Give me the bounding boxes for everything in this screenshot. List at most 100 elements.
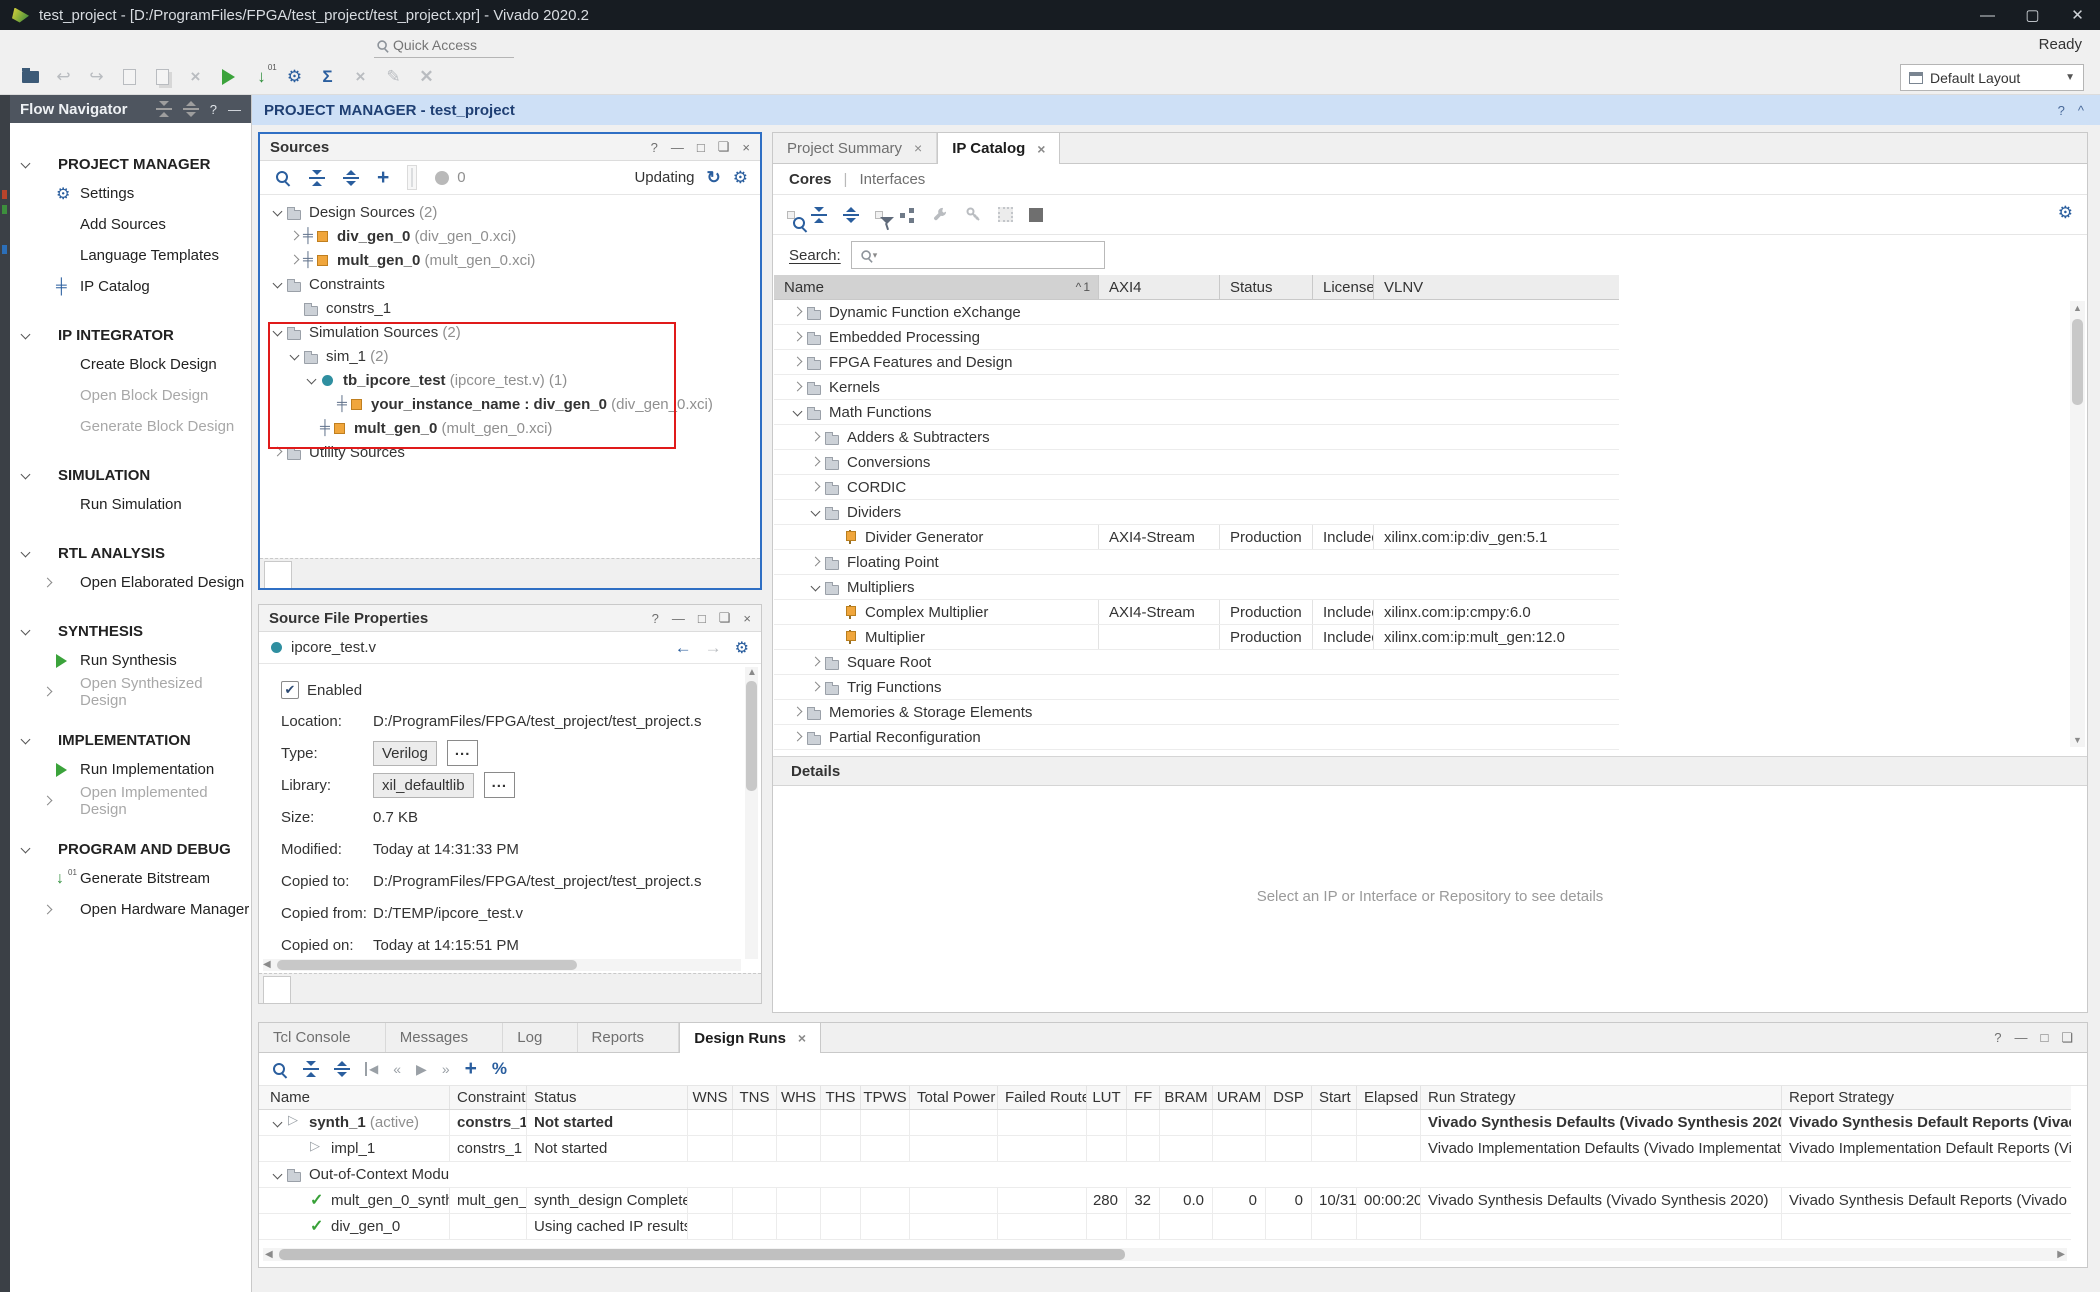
col-lut[interactable]: LUT: [1086, 1086, 1126, 1109]
chevron-icon[interactable]: [304, 372, 320, 388]
flow-navigator-item[interactable]: IP INTEGRATOR: [10, 321, 251, 349]
flow-navigator-item[interactable]: Run Implementation: [10, 754, 251, 785]
generate-bitstream-icon[interactable]: ↓: [245, 65, 278, 89]
bottom-tab[interactable]: Messages ×: [386, 1023, 504, 1052]
close-tab-icon[interactable]: ×: [798, 1030, 806, 1046]
col-run-strategy[interactable]: Run Strategy: [1420, 1086, 1781, 1109]
design-run-row[interactable]: synth_1 (active) constrs_1 Not started: [259, 1110, 2071, 1136]
paste-icon[interactable]: [146, 65, 179, 89]
horizontal-scrollbar[interactable]: ◀ ▶: [263, 1248, 2067, 1261]
col-uram[interactable]: URAM: [1212, 1086, 1265, 1109]
chevron-icon[interactable]: [270, 204, 286, 220]
tree-item[interactable]: Design Sources (2): [262, 200, 758, 224]
ip-tree-row[interactable]: CORDIC: [774, 475, 1619, 500]
ip-tree-row[interactable]: Complex Multiplier AXI4-Stream Productio…: [774, 600, 1619, 625]
flow-navigator-item[interactable]: PROGRAM AND DEBUG: [10, 835, 251, 863]
tree-item[interactable]: Constraints: [262, 272, 758, 296]
col-whs[interactable]: WHS: [776, 1086, 820, 1109]
col-elapsed[interactable]: Elapsed: [1356, 1086, 1420, 1109]
collapse-all-icon[interactable]: [811, 207, 827, 223]
ip-tree-row[interactable]: Memories & Storage Elements: [774, 700, 1619, 725]
tree-item[interactable]: div_gen_0 (div_gen_0.xci): [262, 224, 758, 248]
customize-wrench-icon[interactable]: [932, 206, 949, 223]
tree-item[interactable]: your_instance_name : div_gen_0 (div_gen_…: [262, 392, 758, 416]
settings-gear-icon[interactable]: ⚙: [735, 638, 749, 658]
percent-icon[interactable]: %: [492, 1059, 507, 1079]
chevron-icon[interactable]: [808, 654, 824, 670]
group-by-hierarchy-icon[interactable]: [899, 207, 916, 223]
float-panel-icon[interactable]: ❏: [719, 610, 731, 626]
flow-navigator-item[interactable]: IMPLEMENTATION: [10, 726, 251, 754]
design-run-row[interactable]: div_gen_0 Using cached IP results: [259, 1214, 2071, 1240]
help-icon[interactable]: ?: [2058, 103, 2065, 118]
collapse-banner-icon[interactable]: ^: [2078, 103, 2084, 118]
sources-tab[interactable]: [344, 562, 370, 588]
chevron-icon[interactable]: [270, 444, 286, 460]
minimize-panel-icon[interactable]: —: [2014, 1030, 2027, 1046]
minimize-panel-icon[interactable]: —: [228, 102, 241, 117]
ip-tree-row[interactable]: Math Functions: [774, 400, 1619, 425]
scroll-right-icon[interactable]: ▶: [2057, 1249, 2065, 1260]
col-ths[interactable]: THS: [820, 1086, 860, 1109]
bottom-tab[interactable]: Design Runs ×: [679, 1023, 821, 1053]
chevron-icon[interactable]: [790, 404, 806, 420]
bottom-tab[interactable]: Tcl Console ×: [259, 1023, 386, 1052]
scrollbar-thumb[interactable]: [746, 681, 757, 791]
col-total-power[interactable]: Total Power: [909, 1086, 997, 1109]
col-bram[interactable]: BRAM: [1159, 1086, 1212, 1109]
maximize-panel-icon[interactable]: □: [2040, 1030, 2048, 1046]
col-status[interactable]: Status: [526, 1086, 687, 1109]
search-icon[interactable]: [271, 1061, 288, 1078]
add-sources-icon[interactable]: +: [377, 171, 389, 185]
create-run-icon[interactable]: +: [465, 1062, 477, 1076]
close-panel-icon[interactable]: ×: [742, 140, 750, 155]
col-start[interactable]: Start: [1311, 1086, 1356, 1109]
file-properties-tab[interactable]: [263, 976, 291, 1003]
chevron-icon[interactable]: [270, 276, 286, 292]
file-properties-header[interactable]: Source File Properties ? — □ ❏ ×: [259, 605, 761, 632]
flow-navigator-item[interactable]: Generate Bitstream: [10, 863, 251, 894]
tree-item[interactable]: constrs_1: [262, 296, 758, 320]
scrollbar-thumb[interactable]: [277, 960, 577, 970]
flow-navigator-item[interactable]: Open Hardware Manager: [10, 894, 251, 925]
expand-all-icon[interactable]: [183, 101, 199, 117]
tree-item[interactable]: mult_gen_0 (mult_gen_0.xci): [262, 416, 758, 440]
ip-tree-row[interactable]: Partial Reconfiguration: [774, 725, 1619, 750]
interfaces-tab[interactable]: Interfaces: [859, 171, 925, 188]
sources-tab[interactable]: [292, 562, 318, 588]
ip-tree-row[interactable]: Square Root: [774, 650, 1619, 675]
scrollbar-thumb[interactable]: [279, 1249, 1125, 1260]
chevron-icon[interactable]: [808, 579, 824, 595]
search-icon[interactable]: [274, 169, 291, 186]
search-icon[interactable]: [787, 211, 795, 219]
maximize-icon[interactable]: ▢: [2010, 0, 2055, 30]
vertical-scrollbar[interactable]: ▲: [745, 667, 758, 959]
scrollbar-thumb[interactable]: [2072, 319, 2083, 405]
ip-status-icon[interactable]: [1029, 208, 1043, 222]
collapse-all-icon[interactable]: [309, 170, 325, 186]
chevron-icon[interactable]: [287, 252, 303, 268]
ip-tree-row[interactable]: Embedded Processing: [774, 325, 1619, 350]
flow-navigator-item[interactable]: SIMULATION: [10, 461, 251, 489]
ip-tree-row[interactable]: Floating Point: [774, 550, 1619, 575]
flow-navigator-item[interactable]: Open Elaborated Design: [10, 567, 251, 598]
scroll-up-icon[interactable]: ▲: [2073, 303, 2082, 313]
vertical-scrollbar[interactable]: ▲ ▼: [2070, 301, 2085, 747]
step-forward-icon[interactable]: »: [442, 1061, 450, 1077]
settings-gear-icon[interactable]: ⚙: [2058, 203, 2073, 223]
sources-tab[interactable]: [318, 562, 344, 588]
chevron-icon[interactable]: [270, 324, 286, 340]
file-properties-tab[interactable]: [291, 977, 317, 1003]
ip-search-input[interactable]: ▾: [851, 241, 1105, 269]
settings-gear-icon[interactable]: ⚙: [733, 168, 748, 188]
ip-tree-row[interactable]: Dynamic Function eXchange: [774, 300, 1619, 325]
report-sigma-icon[interactable]: Σ: [311, 65, 344, 89]
edit-pencil-icon[interactable]: ✎: [377, 65, 410, 89]
column-header-axi4[interactable]: AXI4: [1098, 275, 1219, 299]
chevron-icon[interactable]: [808, 454, 824, 470]
ip-tree-row[interactable]: Multiplier Production Included xilinx.co…: [774, 625, 1619, 650]
chevron-icon[interactable]: [808, 554, 824, 570]
bottom-tab[interactable]: Reports ×: [578, 1023, 680, 1052]
chevron-icon[interactable]: [270, 1115, 286, 1131]
design-run-row[interactable]: mult_gen_0_synth_1 mult_gen_0 synth_desi…: [259, 1188, 2071, 1214]
